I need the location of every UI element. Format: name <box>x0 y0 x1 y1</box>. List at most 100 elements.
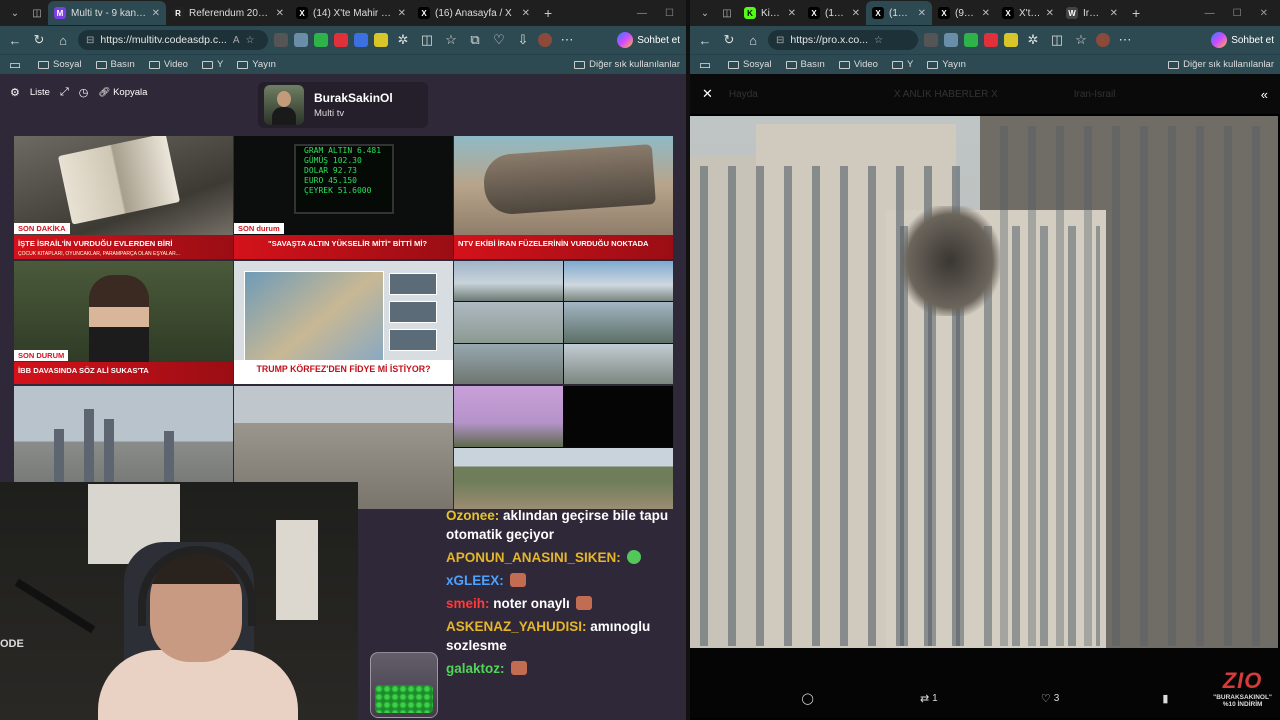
back-icon[interactable]: ← <box>696 33 714 48</box>
close-tab-icon[interactable]: ✕ <box>522 8 530 19</box>
back-icon[interactable]: ← <box>6 33 24 48</box>
tab-wiki[interactable]: W Iran Wa ✕ <box>1060 1 1124 25</box>
tv-cell-5[interactable]: TRUMP KÖRFEZ'DEN FİDYE Mİ İSTİYOR? <box>234 261 453 384</box>
copilot-button[interactable]: Sohbet et <box>1211 32 1274 48</box>
close-tab-icon[interactable]: ✕ <box>918 8 926 19</box>
workspaces-icon[interactable]: ◫ <box>26 2 48 24</box>
extension-icon[interactable] <box>984 33 998 47</box>
bookmark-folder-y[interactable]: Y <box>201 59 223 70</box>
site-info-icon[interactable]: ⊟ <box>776 35 784 46</box>
refresh-icon[interactable]: ↻ <box>30 32 48 48</box>
download-icon[interactable]: ⇩ <box>514 32 532 48</box>
bookmark-folder-video[interactable]: Video <box>148 59 188 70</box>
like-button[interactable]: ♡ 3 <box>1041 692 1059 705</box>
workspaces-icon[interactable]: ◫ <box>716 2 738 24</box>
close-tab-icon[interactable]: ✕ <box>852 8 860 19</box>
tab-list-chevron-icon[interactable]: ⌄ <box>4 2 26 24</box>
split-screen-icon[interactable]: ◫ <box>418 32 436 48</box>
other-favorites[interactable]: Diğer sık kullanılanlar <box>574 59 680 70</box>
reply-button[interactable]: ◯ <box>802 692 817 705</box>
address-bar[interactable]: ⊟ https://multitv.codeasdp.c... A ☆ <box>78 30 268 50</box>
maximize-icon[interactable]: ☐ <box>665 8 674 19</box>
copy-link-button[interactable]: 🔗︎ Kopyala <box>98 87 147 98</box>
profile-avatar[interactable] <box>538 33 552 47</box>
extensions-puzzle-icon[interactable]: ✲ <box>1024 32 1042 48</box>
site-info-icon[interactable]: ⊟ <box>86 35 94 46</box>
close-tab-icon[interactable]: ✕ <box>1046 8 1054 19</box>
favorite-star-icon[interactable]: ☆ <box>246 35 255 46</box>
bookmark-folder-yayin[interactable]: Yayın <box>927 59 966 70</box>
repost-button[interactable]: ⇄ 1 <box>920 692 938 705</box>
maximize-icon[interactable]: ☐ <box>1233 8 1242 19</box>
tv-cell-6-multicam[interactable] <box>454 261 673 384</box>
tab-x-1[interactable]: X (14) An ✕ <box>802 1 866 25</box>
bookmark-folder-video[interactable]: Video <box>838 59 878 70</box>
minimize-icon[interactable]: — <box>1205 8 1215 19</box>
favorite-star-icon[interactable]: ☆ <box>874 35 883 46</box>
home-icon[interactable]: ⌂ <box>744 33 762 48</box>
split-screen-icon[interactable]: ◫ <box>1048 32 1066 48</box>
close-tab-icon[interactable]: ✕ <box>982 8 990 19</box>
views-button[interactable]: ▮ <box>1162 692 1168 705</box>
history-icon[interactable]: ◷ <box>79 86 89 99</box>
bookmark-folder-basin[interactable]: Basın <box>95 59 135 70</box>
favorites-icon[interactable]: ☆ <box>442 32 460 48</box>
bookmark-folder-yayin[interactable]: Yayın <box>237 59 276 70</box>
tv-cell-1[interactable]: SON DAKİKA İŞTE İSRAİL'İN VURDUĞU EVLERD… <box>14 136 233 259</box>
building-photo[interactable] <box>690 116 1278 648</box>
close-tab-icon[interactable]: ✕ <box>398 8 406 19</box>
tab-x-anasayfa[interactable]: X (16) Anasayfa / X ✕ <box>412 1 536 25</box>
read-aloud-icon[interactable]: A <box>233 35 240 46</box>
more-menu-icon[interactable]: ⋯ <box>558 32 576 48</box>
refresh-icon[interactable]: ↻ <box>720 32 738 48</box>
bookmark-menu-icon[interactable]: ▭ <box>696 57 714 73</box>
close-tab-icon[interactable]: ✕ <box>788 8 796 19</box>
close-tab-icon[interactable]: ✕ <box>276 8 284 19</box>
tv-cell-9-multicam[interactable] <box>454 386 673 509</box>
more-menu-icon[interactable]: ⋯ <box>1116 32 1134 48</box>
tab-list-chevron-icon[interactable]: ⌄ <box>694 2 716 24</box>
close-tab-icon[interactable]: ✕ <box>1110 8 1118 19</box>
tv-cell-4[interactable]: SON DURUM İBB DAVASINDA SÖZ ALİ SUKAS'TA <box>14 261 233 384</box>
other-favorites[interactable]: Diğer sık kullanılanlar <box>1168 59 1274 70</box>
tab-referendum[interactable]: R Referendum 2026, oggi ✕ <box>166 1 290 25</box>
extension-icon[interactable] <box>944 33 958 47</box>
extension-icon[interactable] <box>1004 33 1018 47</box>
favorites-icon[interactable]: ☆ <box>1072 32 1090 48</box>
profile-avatar[interactable] <box>1096 33 1110 47</box>
copilot-button[interactable]: Sohbet et <box>617 32 680 48</box>
close-viewer-icon[interactable]: ✕ <box>702 86 713 102</box>
settings-gear-icon[interactable]: ⚙ <box>10 86 20 99</box>
close-tab-icon[interactable]: ✕ <box>152 8 160 19</box>
extension-icon[interactable] <box>334 33 348 47</box>
bookmark-folder-sosyal[interactable]: Sosyal <box>38 59 82 70</box>
tab-kick[interactable]: K KickPee ✕ <box>738 1 802 25</box>
new-tab-icon[interactable]: + <box>1124 5 1148 21</box>
home-icon[interactable]: ⌂ <box>54 33 72 48</box>
minimize-icon[interactable]: — <box>637 8 647 19</box>
collapse-panel-icon[interactable]: « <box>1261 87 1268 102</box>
heart-icon[interactable]: ♡ <box>490 32 508 48</box>
extension-icon[interactable] <box>374 33 388 47</box>
bookmark-folder-sosyal[interactable]: Sosyal <box>728 59 772 70</box>
extension-icon[interactable] <box>924 33 938 47</box>
extensions-puzzle-icon[interactable]: ✲ <box>394 32 412 48</box>
tab-x-3[interactable]: X X'te Tru ✕ <box>996 1 1060 25</box>
extension-icon[interactable] <box>354 33 368 47</box>
fullscreen-icon[interactable]: ⤢ <box>60 86 69 99</box>
bookmark-folder-basin[interactable]: Basın <box>785 59 825 70</box>
tab-x-mahir[interactable]: X (14) X'te Mahir KILIÇ: "C ✕ <box>290 1 412 25</box>
new-tab-icon[interactable]: + <box>536 5 560 21</box>
streamer-profile-card[interactable]: BurakSakinOl Multi tv <box>258 82 428 128</box>
extension-icon[interactable] <box>314 33 328 47</box>
tab-multitv[interactable]: M Multi tv - 9 kanal izleni ✕ <box>48 1 166 25</box>
extension-icon[interactable] <box>964 33 978 47</box>
list-button[interactable]: Liste <box>30 87 50 98</box>
tv-cell-2[interactable]: GRAM ALTIN 6.481 GÜMÜŞ 102.30 DOLAR 92.7… <box>234 136 453 259</box>
bookmark-menu-icon[interactable]: ▭ <box>6 57 24 73</box>
tab-x-pro[interactable]: X (14) X P ✕ <box>866 1 932 25</box>
collections-icon[interactable]: ⧉ <box>466 32 484 48</box>
extension-icon[interactable] <box>274 33 288 47</box>
bookmark-folder-y[interactable]: Y <box>891 59 913 70</box>
close-window-icon[interactable]: ✕ <box>1260 8 1268 19</box>
